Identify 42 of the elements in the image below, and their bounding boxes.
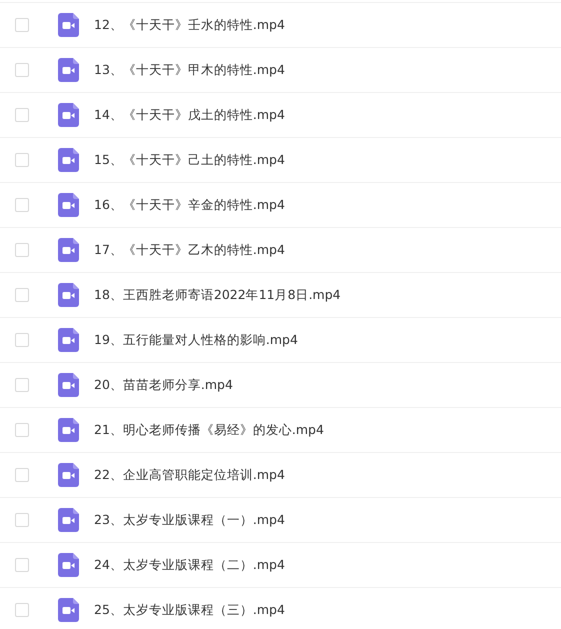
file-name[interactable]: 16、《十天干》辛金的特性.mp4 [94,196,285,214]
video-file-icon [58,463,79,487]
checkbox[interactable] [15,198,29,212]
file-name[interactable]: 14、《十天干》戊土的特性.mp4 [94,106,285,124]
checkbox[interactable] [15,108,29,122]
video-file-icon [58,283,79,307]
video-file-icon [58,328,79,352]
checkbox[interactable] [15,153,29,167]
video-file-icon [58,58,79,82]
checkbox[interactable] [15,558,29,572]
file-name[interactable]: 13、《十天干》甲木的特性.mp4 [94,62,285,78]
checkbox[interactable] [15,243,29,257]
file-name[interactable]: 22、企业高管职能定位培训.mp4 [94,466,285,484]
file-name[interactable]: 24、太岁专业版课程（二）.mp4 [94,556,285,574]
file-name[interactable]: 19、五行能量对人性格的影响.mp4 [94,332,298,348]
file-name[interactable]: 20、苗苗老师分享.mp4 [94,376,233,394]
video-file-icon [58,193,79,217]
checkbox[interactable] [15,63,29,77]
checkbox[interactable] [15,18,29,32]
video-file-icon [58,373,79,397]
file-name[interactable]: 25、太岁专业版课程（三）.mp4 [94,602,285,618]
file-name[interactable]: 21、明心老师传播《易经》的发心.mp4 [94,422,324,438]
checkbox[interactable] [15,513,29,527]
video-file-icon [58,508,79,532]
checkbox[interactable] [15,333,29,347]
checkbox[interactable] [15,468,29,482]
file-name[interactable]: 23、太岁专业版课程（一）.mp4 [94,512,285,528]
video-file-icon [58,418,79,442]
checkbox[interactable] [15,603,29,617]
video-file-icon [58,238,79,262]
checkbox[interactable] [15,423,29,437]
video-file-icon [58,598,79,622]
checkbox[interactable] [15,378,29,392]
video-file-icon [58,13,79,37]
video-file-icon [58,148,79,172]
checkbox[interactable] [15,288,29,302]
file-name[interactable]: 12、《十天干》壬水的特性.mp4 [94,16,285,34]
file-name[interactable]: 17、《十天干》乙木的特性.mp4 [94,242,285,258]
video-file-icon [58,553,79,577]
video-file-icon [58,103,79,127]
file-name[interactable]: 15、《十天干》己土的特性.mp4 [94,152,285,168]
file-name[interactable]: 18、王西胜老师寄语2022年11月8日.mp4 [94,286,341,304]
